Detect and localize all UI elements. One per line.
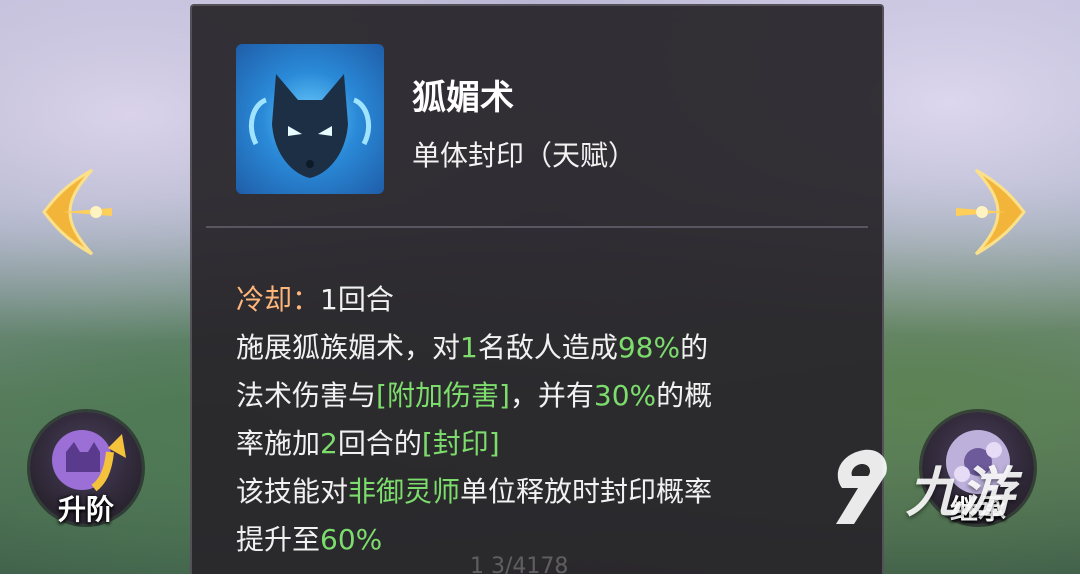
skill-detail-panel: 狐媚术 单体封印（天赋） 冷却：1回合 施展狐族媚术，对1名敌人造成98%的 法… [190,4,884,579]
description-line-4: 该技能对非御灵师单位释放时封印概率 [236,468,866,516]
desc-text: 率施加 [236,427,321,460]
desc-text: 的 [680,331,709,364]
desc-highlight: 30% [593,379,657,412]
cooldown-value: 1回合 [320,283,394,316]
upgrade-button[interactable]: 升阶 [30,412,142,526]
divider [206,226,868,228]
fox-mask-icon [236,44,384,194]
desc-highlight: 60% [320,523,383,556]
desc-text: 法术伤害与 [236,379,377,412]
nine-game-logo-icon [836,449,887,524]
desc-text: 提升至 [236,523,321,556]
desc-text: 回合的 [337,427,422,460]
description-line-3: 率施加2回合的[封印] [236,420,866,468]
desc-text: ，并有 [509,379,594,412]
skill-description: 冷却：1回合 施展狐族媚术，对1名敌人造成98%的 法术伤害与[附加伤害]，并有… [236,276,866,564]
desc-text: 的概 [656,379,713,412]
desc-text: 该技能对 [236,475,349,508]
desc-highlight: 98% [617,331,681,364]
upgrade-label: 升阶 [57,493,114,526]
desc-highlight: 1 [460,331,478,364]
cooldown-label: 冷却： [236,283,321,316]
faded-counter: 1 3/4178 [470,554,569,579]
skill-name: 狐媚术 [412,78,514,118]
description-line-1: 施展狐族媚术，对1名敌人造成98%的 [236,324,866,372]
watermark-logo: 九游 [828,440,1068,540]
cooldown-line: 冷却：1回合 [236,276,866,324]
next-arrow-icon[interactable] [946,162,1036,262]
previous-arrow-icon[interactable] [32,162,122,262]
desc-text: 名敌人造成 [477,331,618,364]
skill-type: 单体封印（天赋） [412,139,637,172]
additional-damage-link[interactable]: [附加伤害] [376,379,510,412]
desc-highlight: 非御灵师 [348,475,461,508]
description-line-2: 法术伤害与[附加伤害]，并有30%的概 [236,372,866,420]
desc-text: 施展狐族媚术，对 [236,331,461,364]
watermark-text: 九游 [906,461,1014,524]
seal-link[interactable]: [封印] [422,427,500,460]
desc-highlight: 2 [320,427,338,460]
desc-text: 单位释放时封印概率 [460,475,713,508]
